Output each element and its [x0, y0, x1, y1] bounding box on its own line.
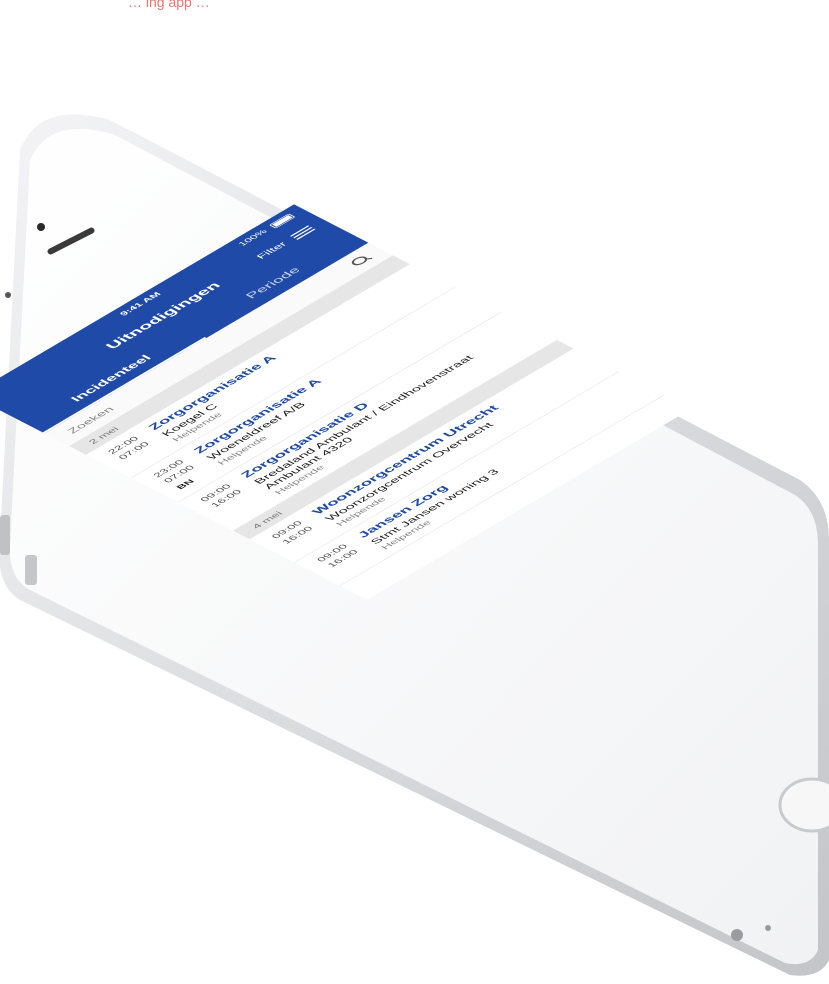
front-camera	[37, 223, 45, 231]
side-button	[0, 515, 10, 555]
sensor-dot	[5, 292, 11, 298]
battery-icon	[268, 213, 296, 229]
headphone-jack	[731, 929, 743, 941]
phone-mockup: 9:41 AM 100% Uitnodigingen Filter Incide…	[0, 0, 829, 979]
volume-button	[25, 555, 37, 585]
home-button[interactable]	[778, 777, 829, 833]
microphone	[765, 925, 771, 931]
